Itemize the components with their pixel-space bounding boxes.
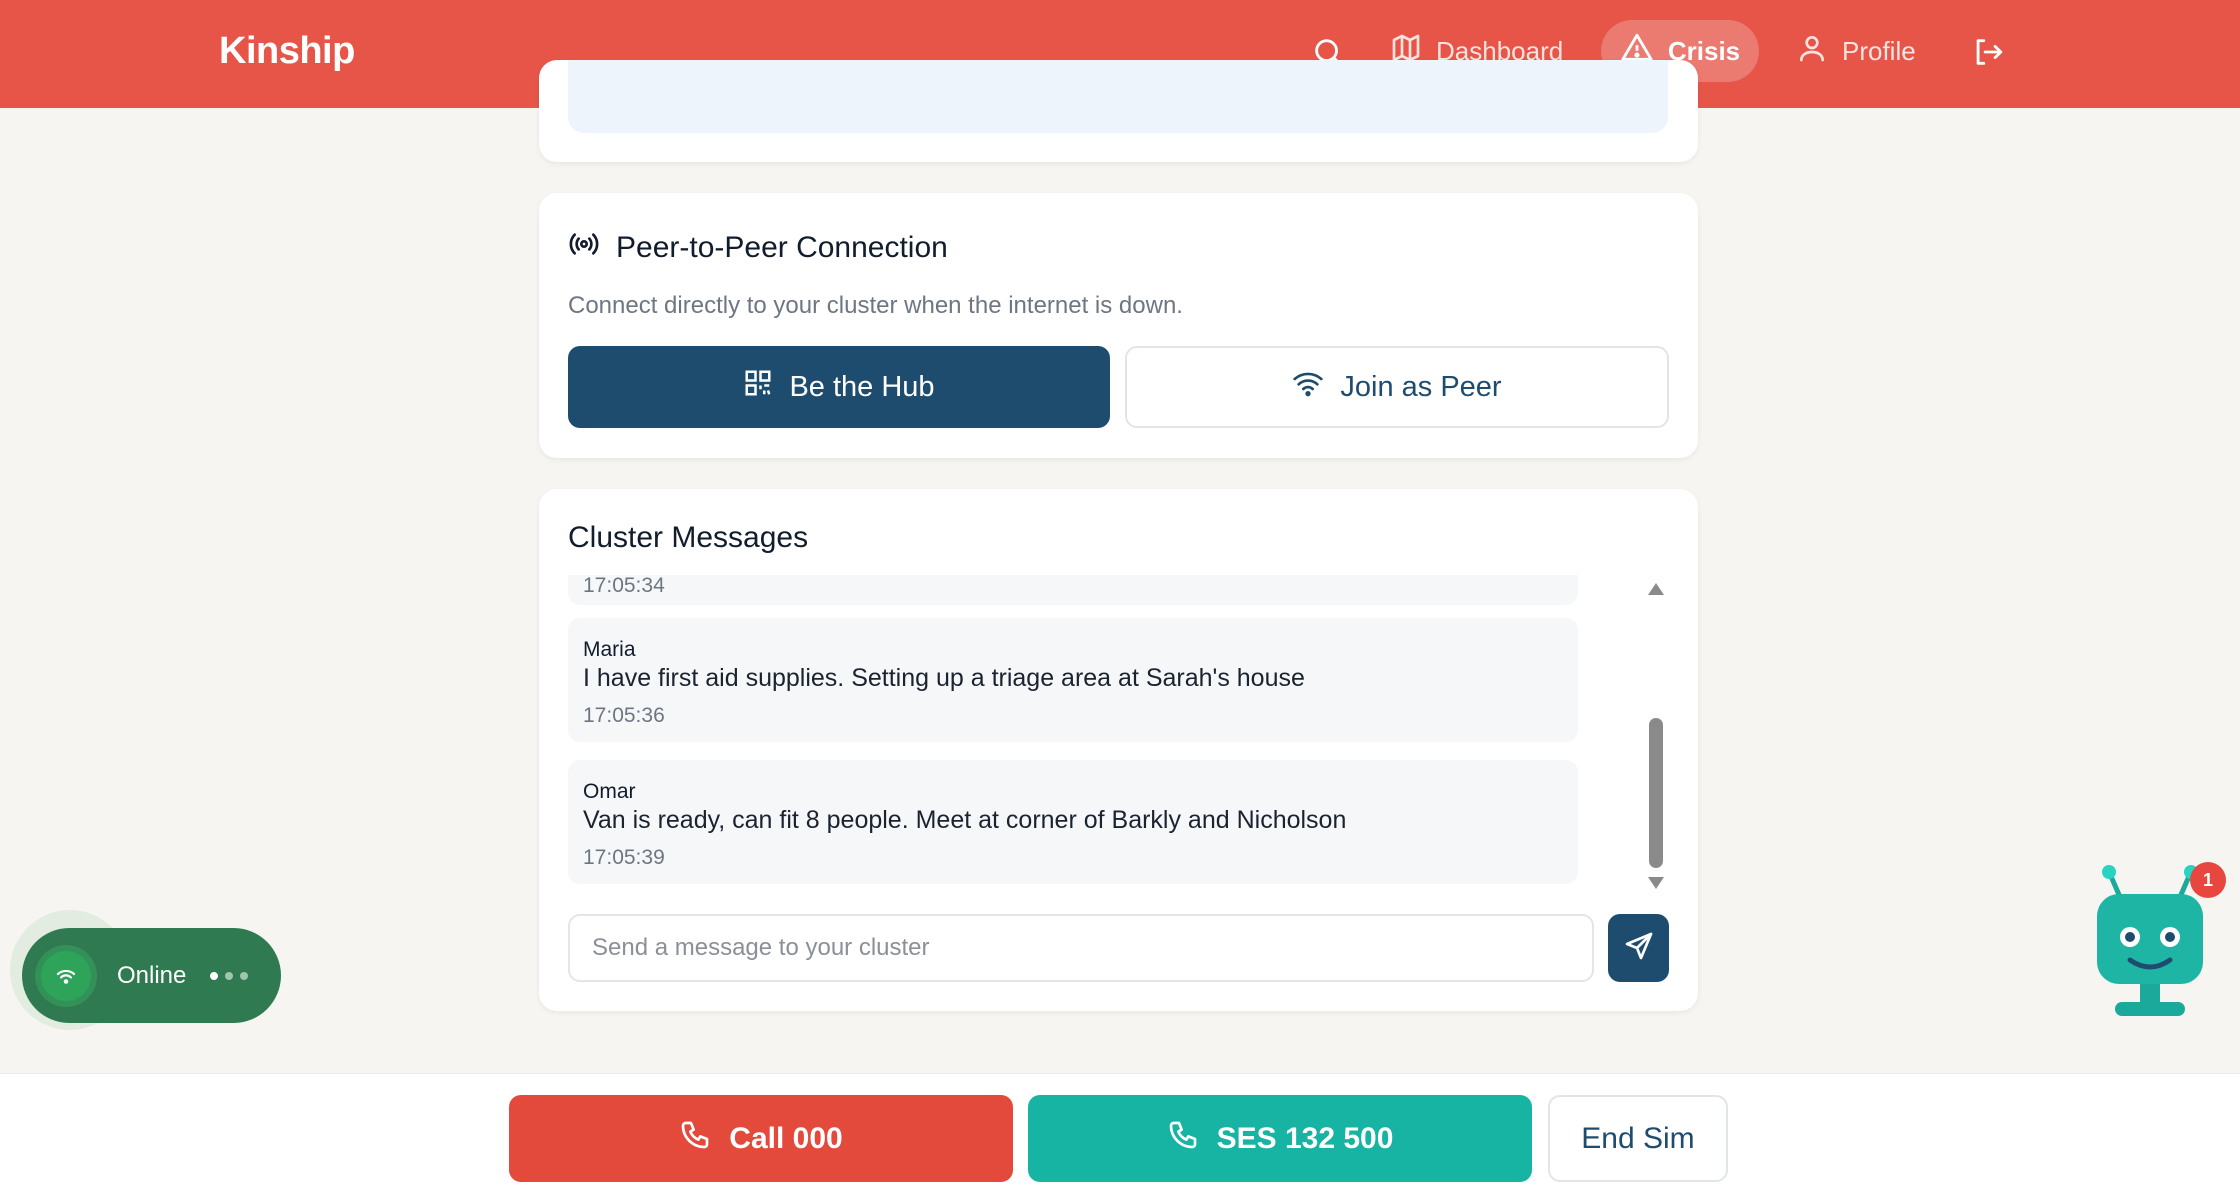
message-input[interactable]: [568, 914, 1594, 982]
message-time: 17:05:39: [583, 846, 665, 869]
list-item: Maria I have first aid supplies. Setting…: [568, 618, 1578, 742]
nav-profile-label: Profile: [1842, 35, 1916, 66]
wifi-status-icon: [41, 951, 91, 1001]
message-time: 17:05:36: [583, 704, 665, 727]
nav-profile[interactable]: Profile: [1796, 20, 1916, 82]
message-author: Maria: [583, 638, 636, 661]
phone-icon: [679, 1119, 711, 1159]
qr-code-icon: [743, 368, 773, 406]
notification-badge: 1: [2190, 862, 2226, 898]
cluster-title: Cluster Messages: [568, 521, 809, 554]
logout-icon[interactable]: [1966, 30, 2010, 74]
online-label: Online: [117, 962, 187, 989]
scroll-thumb[interactable]: [1649, 718, 1663, 868]
p2p-description: Connect directly to your cluster when th…: [568, 292, 1183, 319]
p2p-title: Peer-to-Peer Connection: [568, 228, 948, 268]
user-icon: [1796, 32, 1828, 71]
list-item: Omar Van is ready, can fit 8 people. Mee…: [568, 760, 1578, 884]
wifi-icon: [1292, 367, 1324, 407]
status-dots: [210, 972, 248, 980]
ses-call-button[interactable]: SES 132 500: [1028, 1095, 1532, 1182]
scroll-up-arrow-icon[interactable]: [1648, 583, 1664, 595]
join-as-peer-label: Join as Peer: [1340, 370, 1502, 403]
call-000-label: Call 000: [729, 1121, 843, 1155]
ses-call-label: SES 132 500: [1216, 1121, 1394, 1155]
scroll-down-arrow-icon[interactable]: [1648, 877, 1664, 889]
message-text: Van is ready, can fit 8 people. Meet at …: [583, 806, 1347, 834]
send-button[interactable]: [1608, 914, 1669, 982]
be-the-hub-button[interactable]: Be the Hub: [568, 346, 1110, 428]
message-text: I have first aid supplies. Setting up a …: [583, 664, 1305, 692]
connection-status-pill[interactable]: Online: [22, 928, 281, 1023]
alert-card: [539, 60, 1698, 162]
p2p-title-text: Peer-to-Peer Connection: [616, 231, 948, 264]
join-as-peer-button[interactable]: Join as Peer: [1125, 346, 1669, 428]
message-time: 17:05:34: [583, 575, 665, 597]
radio-broadcast-icon: [568, 228, 600, 268]
message-scrollbar[interactable]: [1641, 575, 1669, 889]
be-the-hub-label: Be the Hub: [789, 370, 935, 403]
end-sim-button[interactable]: End Sim: [1548, 1095, 1728, 1182]
phone-icon: [1167, 1119, 1199, 1159]
message-author: Omar: [583, 780, 636, 803]
brand-logo[interactable]: Kinship: [219, 30, 355, 73]
call-000-button[interactable]: Call 000: [509, 1095, 1013, 1182]
message-list[interactable]: 17:05:34 Maria I have first aid supplies…: [568, 575, 1668, 889]
send-icon: [1623, 930, 1655, 967]
list-item: 17:05:34: [568, 575, 1578, 605]
alert-box: [568, 60, 1668, 133]
